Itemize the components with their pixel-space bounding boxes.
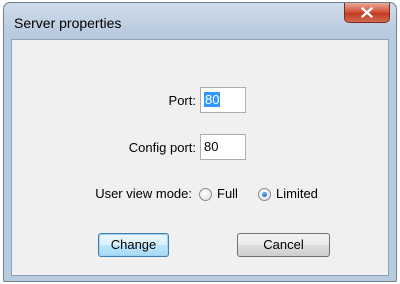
radio-limited[interactable] [258, 188, 271, 201]
dialog-content: Port: 80 Config port: 80 User view mode:… [11, 39, 389, 276]
close-icon [361, 7, 373, 18]
radio-full[interactable] [199, 188, 212, 201]
close-button[interactable] [344, 3, 390, 23]
port-label: Port: [168, 93, 196, 108]
config-port-value: 80 [204, 139, 219, 154]
cancel-button[interactable]: Cancel [237, 233, 330, 257]
user-view-mode-label: User view mode: [95, 186, 192, 201]
config-port-input[interactable]: 80 [200, 134, 246, 160]
config-port-label: Config port: [128, 140, 196, 155]
dialog-window: Server properties Port: 80 Config port: … [3, 2, 397, 282]
radio-full-label[interactable]: Full [217, 186, 238, 201]
radio-limited-label[interactable]: Limited [276, 186, 318, 201]
title-bar[interactable]: Server properties [4, 3, 396, 41]
window-title: Server properties [14, 15, 122, 31]
port-value: 80 [204, 92, 221, 107]
change-button[interactable]: Change [98, 233, 169, 257]
port-input[interactable]: 80 [200, 87, 246, 113]
